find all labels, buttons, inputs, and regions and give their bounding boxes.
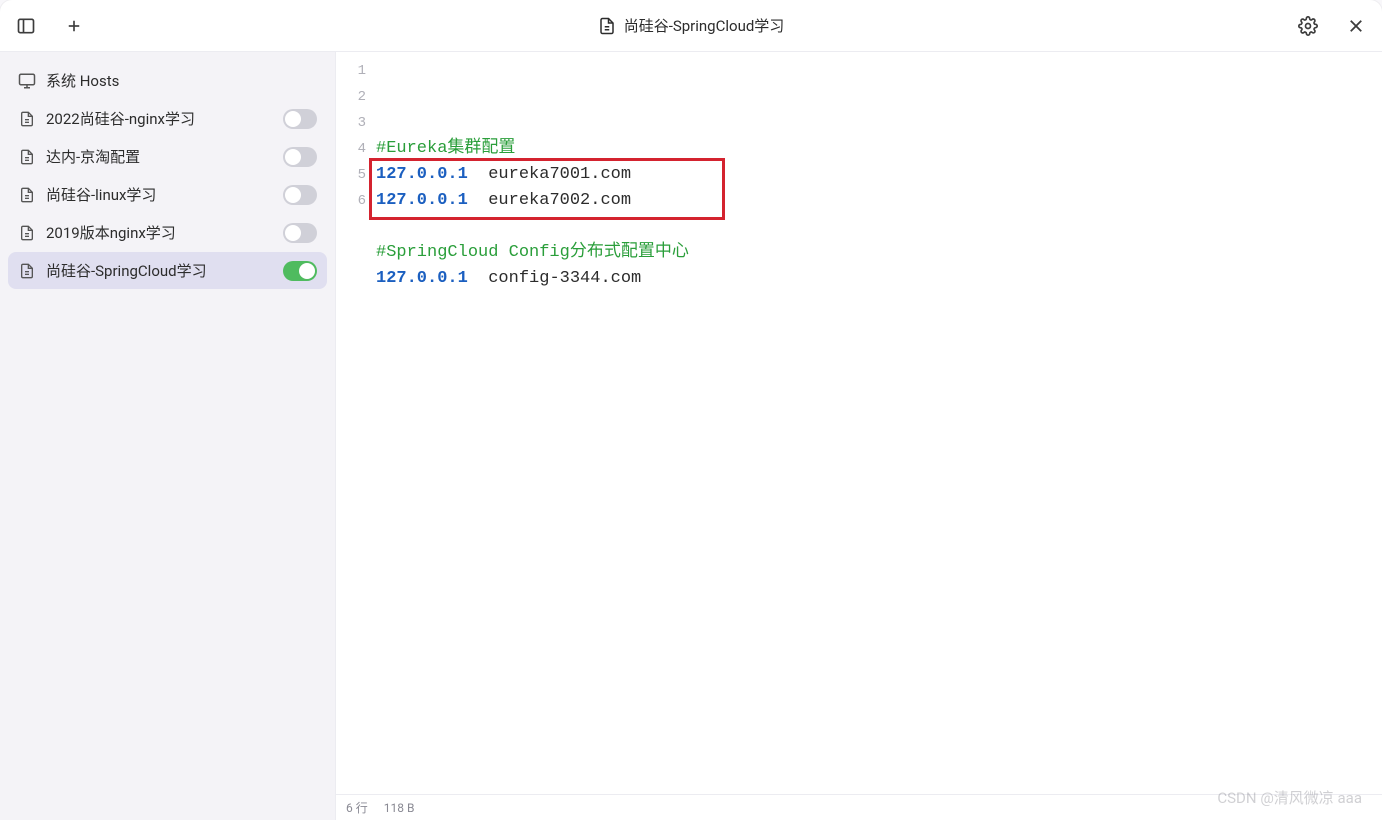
sidebar-item-5[interactable]: 尚硅谷-SpringCloud学习 — [8, 252, 327, 289]
plus-icon — [65, 17, 83, 35]
file-icon — [18, 262, 36, 280]
sidebar-item-label: 尚硅谷-SpringCloud学习 — [46, 260, 273, 281]
titlebar-left — [14, 14, 86, 38]
sidebar-item-label: 达内-京淘配置 — [46, 146, 273, 167]
close-button[interactable] — [1344, 14, 1368, 38]
add-button[interactable] — [62, 14, 86, 38]
hostname: config-3344.com — [468, 269, 641, 288]
file-icon — [18, 224, 36, 242]
code-line[interactable]: #Eureka集群配置 — [376, 136, 1382, 162]
code-line[interactable]: 127.0.0.1 eureka7001.com — [376, 162, 1382, 188]
file-icon — [598, 17, 616, 35]
line-gutter: 123456 — [336, 58, 376, 794]
toggle-switch[interactable] — [283, 185, 317, 205]
line-number: 4 — [336, 136, 366, 162]
code-line[interactable]: 127.0.0.1 eureka7002.com — [376, 188, 1382, 214]
line-number: 3 — [336, 110, 366, 136]
monitor-icon — [18, 72, 36, 90]
toggle-switch[interactable] — [283, 109, 317, 129]
editor[interactable]: 123456 #Eureka集群配置 127.0.0.1 eureka7001.c… — [336, 52, 1382, 794]
gear-icon — [1298, 16, 1318, 36]
code-line[interactable]: #SpringCloud Config分布式配置中心 — [376, 240, 1382, 266]
titlebar: 尚硅谷-SpringCloud学习 — [0, 0, 1382, 52]
status-lines: 6 行 — [346, 799, 368, 816]
sidebar: 系统 Hosts 2022尚硅谷-nginx学习达内-京淘配置尚硅谷-linux学… — [0, 52, 336, 820]
hostname: eureka7001.com — [468, 165, 631, 184]
title-area: 尚硅谷-SpringCloud学习 — [92, 15, 1290, 36]
line-number: 5 — [336, 162, 366, 188]
sidebar-item-label: 2019版本nginx学习 — [46, 222, 273, 243]
comment-text: #Eureka集群配置 — [376, 139, 515, 158]
comment-text: #SpringCloud Config分布式配置中心 — [376, 243, 689, 262]
toggle-switch[interactable] — [283, 223, 317, 243]
file-icon — [18, 186, 36, 204]
sidebar-item-label: 尚硅谷-linux学习 — [46, 184, 273, 205]
sidebar-item-2[interactable]: 达内-京淘配置 — [8, 138, 327, 175]
sidebar-item-4[interactable]: 2019版本nginx学习 — [8, 214, 327, 251]
titlebar-right — [1296, 14, 1368, 38]
toggle-switch[interactable] — [283, 261, 317, 281]
ip-address: 127.0.0.1 — [376, 165, 468, 184]
settings-button[interactable] — [1296, 14, 1320, 38]
window-title: 尚硅谷-SpringCloud学习 — [624, 15, 785, 36]
file-icon — [18, 110, 36, 128]
toggle-switch[interactable] — [283, 147, 317, 167]
code-line[interactable]: 127.0.0.1 config-3344.com — [376, 266, 1382, 292]
line-number: 1 — [336, 58, 366, 84]
main: 系统 Hosts 2022尚硅谷-nginx学习达内-京淘配置尚硅谷-linux学… — [0, 52, 1382, 820]
ip-address: 127.0.0.1 — [376, 191, 468, 210]
sidebar-item-3[interactable]: 尚硅谷-linux学习 — [8, 176, 327, 213]
panel-left-icon — [16, 16, 36, 36]
close-icon — [1347, 17, 1365, 35]
sidebar-item-label: 系统 Hosts — [46, 70, 317, 91]
sidebar-item-label: 2022尚硅谷-nginx学习 — [46, 108, 273, 129]
code-line[interactable] — [376, 214, 1382, 240]
sidebar-item-1[interactable]: 2022尚硅谷-nginx学习 — [8, 100, 327, 137]
editor-area: 123456 #Eureka集群配置 127.0.0.1 eureka7001.c… — [336, 52, 1382, 820]
window: 尚硅谷-SpringCloud学习 系统 Hosts 2022尚硅谷-nginx学… — [0, 0, 1382, 820]
status-bytes: 118 B — [384, 801, 415, 815]
file-icon — [18, 148, 36, 166]
sidebar-item-0[interactable]: 系统 Hosts — [8, 62, 327, 99]
code-content[interactable]: #Eureka集群配置127.0.0.1 eureka7001.com127.0… — [376, 58, 1382, 794]
line-number: 2 — [336, 84, 366, 110]
hostname: eureka7002.com — [468, 191, 631, 210]
statusbar: 6 行 118 B — [336, 794, 1382, 820]
sidebar-toggle-button[interactable] — [14, 14, 38, 38]
ip-address: 127.0.0.1 — [376, 269, 468, 288]
line-number: 6 — [336, 188, 366, 214]
